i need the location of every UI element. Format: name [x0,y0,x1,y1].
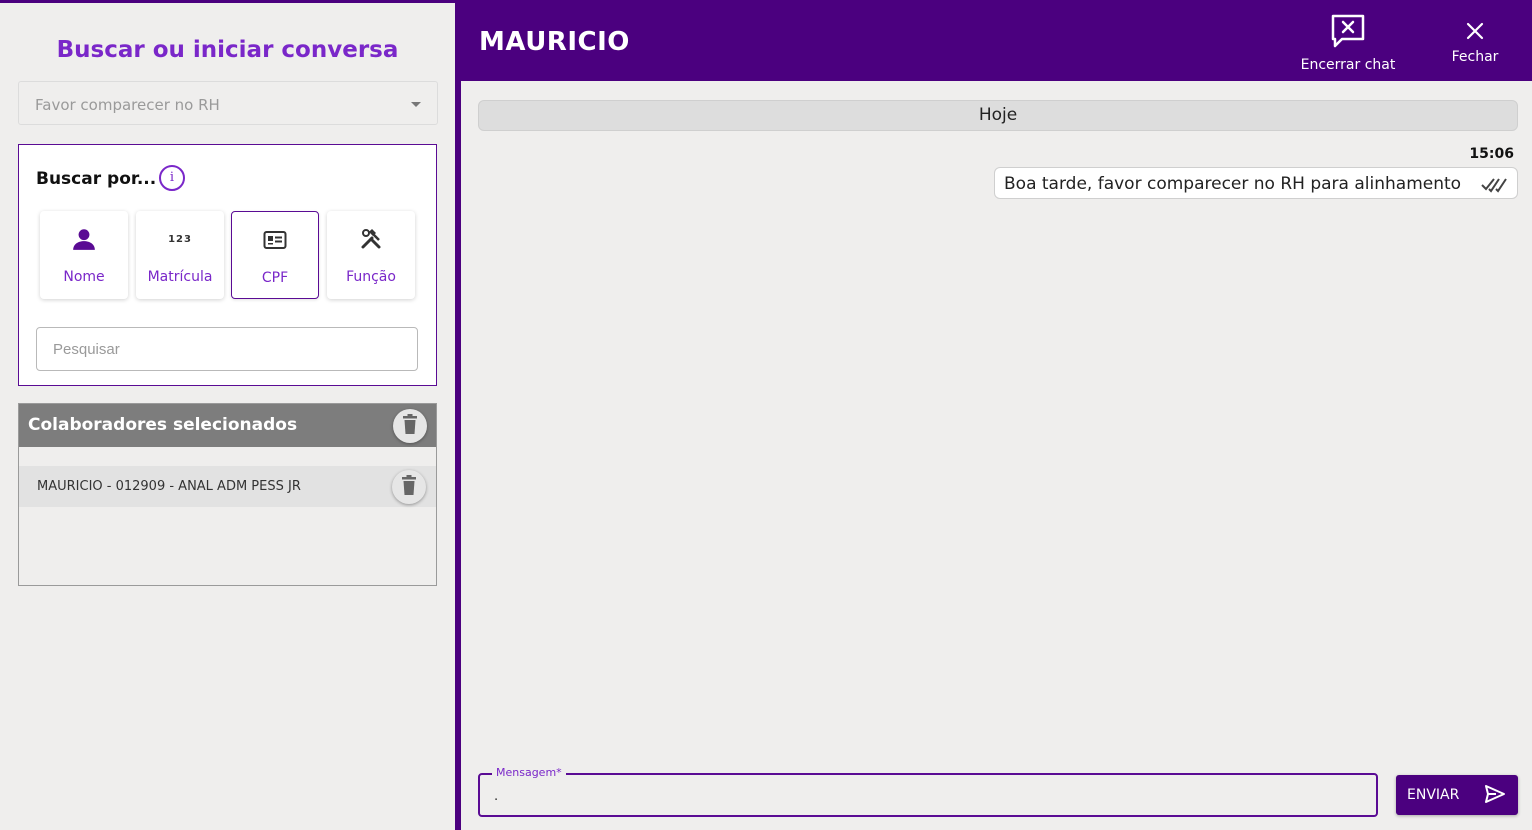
double-check-icon [1481,177,1507,197]
id-card-icon [232,226,318,254]
trash-icon [401,475,417,499]
search-by-box: Buscar por... i Nome 123 Matrícula CPF F… [18,144,437,386]
tools-icon [327,225,415,253]
contact-name: MAURICIO [479,27,630,57]
send-button[interactable]: ENVIAR [1396,775,1518,815]
chevron-down-icon [411,102,421,107]
search-option-funcao[interactable]: Função [327,211,415,299]
search-input[interactable] [37,328,417,370]
selected-collaborators-header: Colaboradores selecionados [19,404,436,447]
person-icon [40,225,128,253]
remove-collaborator-button[interactable] [392,470,426,504]
search-option-nome[interactable]: Nome [40,211,128,299]
end-chat-button[interactable]: Encerrar chat [1293,13,1403,75]
info-icon[interactable]: i [159,165,185,191]
message-bubble: Boa tarde, favor comparecer no RH para a… [994,167,1518,199]
close-icon [1440,21,1510,45]
search-by-label: Buscar por... [36,169,157,189]
search-panel: Buscar ou iniciar conversa Favor compare… [0,3,455,830]
panel-title: Buscar ou iniciar conversa [56,37,399,63]
trash-icon [402,414,418,438]
close-label: Fechar [1451,49,1499,65]
chat-panel-border [455,3,461,830]
select-value: Favor comparecer no RH [35,96,220,114]
send-icon [1484,784,1506,808]
number-icon: 123 [168,233,192,245]
search-option-cpf[interactable]: CPF [231,211,319,299]
clear-all-button[interactable] [393,409,427,443]
collaborator-item: MAURICIO - 012909 - ANAL ADM PESS JR [19,466,436,507]
message-time: 15:06 [1469,146,1514,162]
close-button[interactable]: Fechar [1440,21,1510,71]
message-input-wrapper: Mensagem* [478,766,1378,817]
search-option-matricula[interactable]: 123 Matrícula [136,211,224,299]
option-label: CPF [261,270,289,286]
selected-collaborators-panel: Colaboradores selecionados MAURICIO - 01… [18,403,437,586]
chat-header: MAURICIO Encerrar chat Fechar [455,3,1532,81]
selected-collaborators-title: Colaboradores selecionados [28,415,298,435]
message-input[interactable] [480,775,1376,815]
search-input-wrapper [36,327,418,371]
send-label: ENVIAR [1407,787,1460,803]
option-label: Matrícula [147,269,213,285]
message-template-select[interactable]: Favor comparecer no RH [18,81,438,125]
message-text: Boa tarde, favor comparecer no RH para a… [1004,174,1462,194]
end-chat-icon [1293,13,1403,51]
end-chat-label: Encerrar chat [1300,57,1396,73]
message-input-label: Mensagem* [492,766,566,779]
option-label: Função [346,269,396,285]
day-separator: Hoje [478,100,1518,131]
collaborator-label: MAURICIO - 012909 - ANAL ADM PESS JR [37,479,301,494]
option-label: Nome [63,269,105,285]
